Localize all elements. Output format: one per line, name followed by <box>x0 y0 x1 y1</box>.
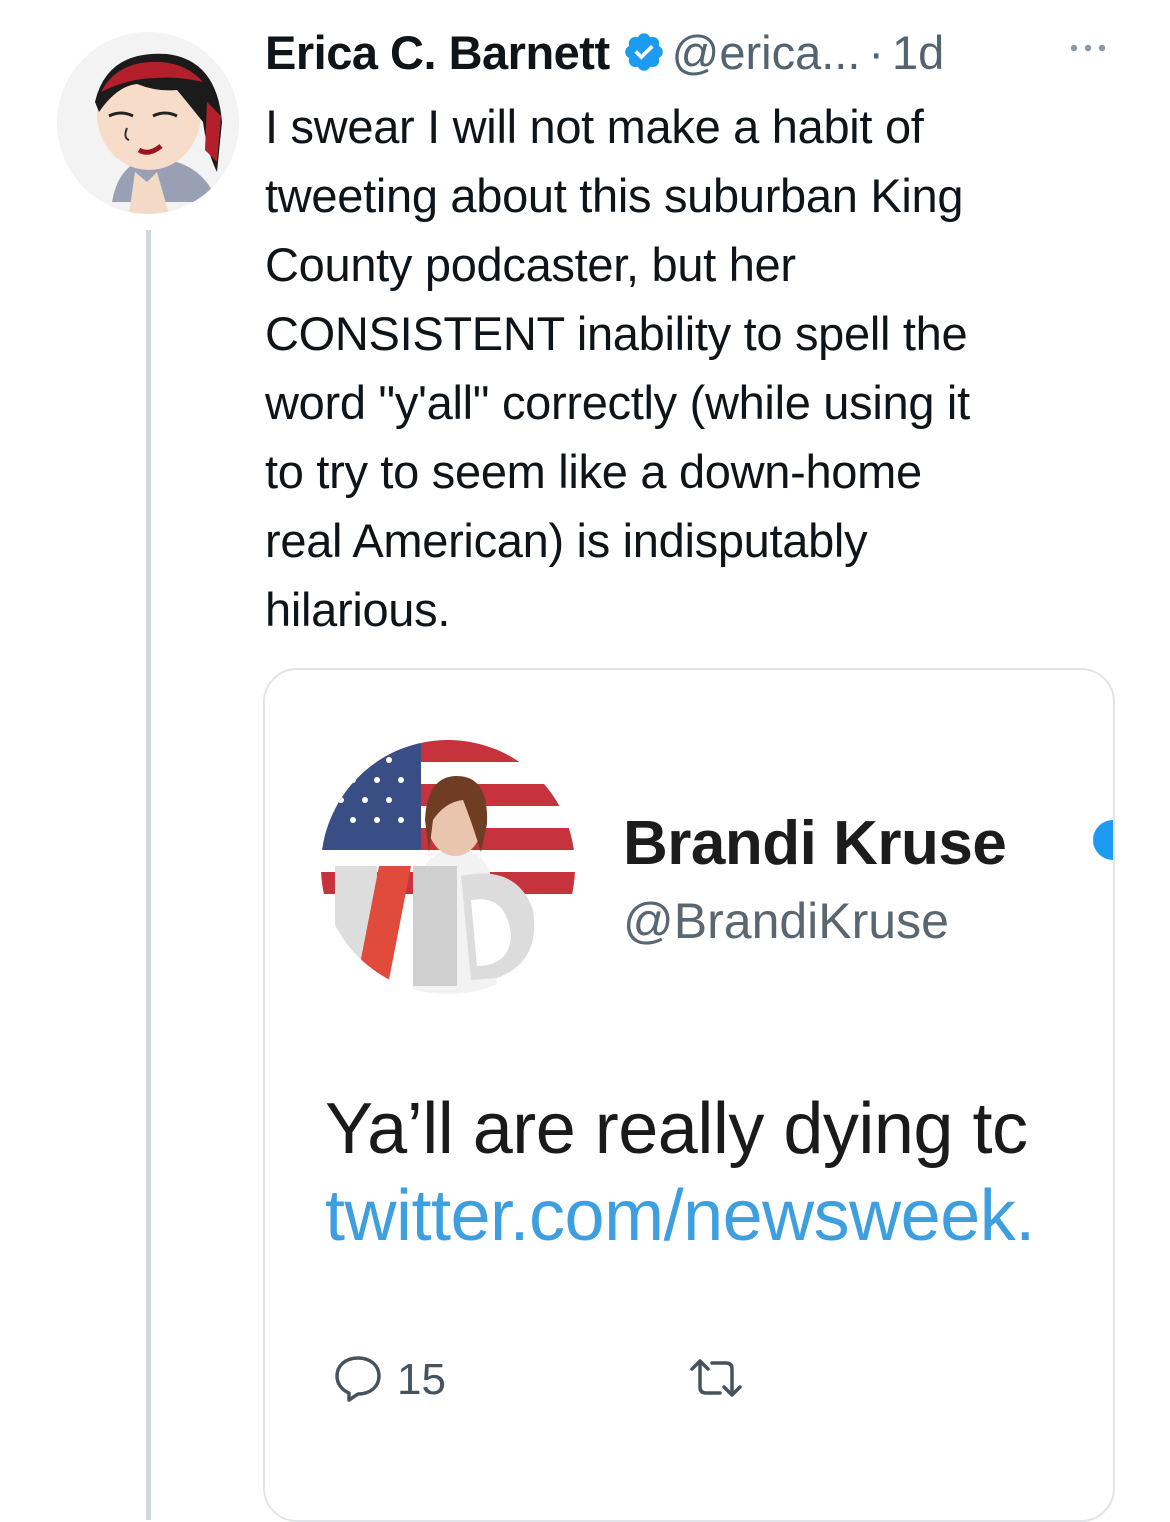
tweet-line: word "y'all" correctly (while using it <box>265 376 970 429</box>
verified-badge-icon <box>1093 820 1113 860</box>
quoted-tweet-text: Ya’ll are really dying tc <box>325 1089 1028 1169</box>
quoted-action-bar: 15 <box>333 1350 748 1410</box>
tweet-line: tweeting about this suburban King <box>265 169 964 222</box>
verified-badge-icon <box>622 30 666 74</box>
thread-connector-line <box>146 230 151 1520</box>
reply-count: 15 <box>397 1355 446 1404</box>
quoted-avatar <box>321 740 575 994</box>
reply-action: 15 <box>333 1353 446 1408</box>
author-handle[interactable]: @erica... <box>672 25 861 80</box>
reply-icon <box>333 1353 383 1408</box>
quoted-tweet-link: twitter.com/newsweek. <box>325 1176 1035 1256</box>
tweet-header: Erica C. Barnett @erica... · 1d <box>265 22 944 82</box>
tweet-line: hilarious. <box>265 583 451 636</box>
tweet-line: real American) is indisputably <box>265 514 868 567</box>
tweet-body: I swear I will not make a habit of tweet… <box>265 92 1135 644</box>
tweet-line: County podcaster, but her <box>265 238 796 291</box>
header-separator: · <box>868 25 885 79</box>
author-avatar[interactable] <box>57 32 239 214</box>
author-name[interactable]: Erica C. Barnett <box>265 25 610 80</box>
media-card[interactable]: Brandi Kruse @BrandiKruse Ya’ll are real… <box>263 668 1115 1522</box>
tweet-line: to try to seem like a down-home <box>265 445 922 498</box>
more-horizontal-icon[interactable] <box>1058 28 1118 68</box>
tweet-line: CONSISTENT inability to spell the <box>265 307 968 360</box>
tweet-timestamp[interactable]: 1d <box>892 25 944 80</box>
quoted-author-handle: @BrandiKruse <box>623 893 949 949</box>
retweet-icon <box>684 1353 748 1408</box>
quoted-author-name: Brandi Kruse <box>623 809 1007 878</box>
retweet-action <box>684 1353 748 1408</box>
tweet-line: I swear I will not make a habit of <box>265 100 924 153</box>
